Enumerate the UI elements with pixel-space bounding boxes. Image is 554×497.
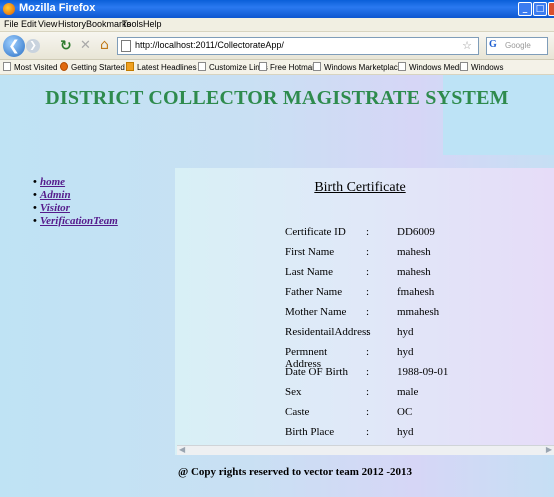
field-separator: : bbox=[366, 306, 370, 318]
menu-bar: File Edit View History Bookmarks Tools H… bbox=[0, 18, 554, 32]
close-button[interactable] bbox=[548, 2, 554, 16]
content-panel: Birth Certificate Certificate ID: DD6009 F… bbox=[175, 168, 554, 455]
reload-icon[interactable]: ↻ bbox=[60, 38, 72, 54]
page-icon bbox=[460, 62, 468, 71]
menu-view[interactable]: View bbox=[38, 19, 57, 29]
page-viewport: DISTRICT COLLECTOR MAGISTRATE SYSTEM hom… bbox=[0, 75, 554, 497]
home-icon[interactable]: ⌂ bbox=[100, 37, 109, 53]
page-icon bbox=[198, 62, 206, 71]
page-icon bbox=[313, 62, 321, 71]
field-label: Caste bbox=[285, 406, 310, 418]
bookmark-windows-media[interactable]: Windows Media bbox=[398, 62, 465, 72]
google-search-icon[interactable]: G bbox=[489, 39, 502, 53]
page-icon bbox=[121, 40, 131, 52]
firefox-logo-icon bbox=[3, 3, 15, 15]
footer-copyright: @ Copy rights reserved to vector team 20… bbox=[178, 466, 413, 478]
bookmark-label: Windows Media bbox=[409, 63, 466, 72]
field-value: hyd bbox=[397, 326, 414, 338]
window-title: Mozilla Firefox bbox=[19, 2, 96, 14]
field-separator: : bbox=[366, 326, 370, 338]
scroll-left-icon[interactable]: ◀ bbox=[179, 445, 185, 454]
bookmark-most-visited[interactable]: Most Visited bbox=[3, 62, 57, 72]
forward-arrow-icon[interactable]: ❯ bbox=[26, 39, 40, 53]
nav-link-visitor[interactable]: Visitor bbox=[40, 202, 70, 214]
maximize-button[interactable]: □ bbox=[533, 2, 547, 16]
nav-link-admin[interactable]: Admin bbox=[40, 189, 71, 201]
rss-icon bbox=[126, 62, 134, 71]
bookmark-label: Getting Started bbox=[71, 63, 125, 72]
bookmark-label: Windows bbox=[471, 63, 504, 72]
search-placeholder: Google bbox=[505, 41, 531, 50]
menu-tools[interactable]: Tools bbox=[122, 19, 143, 29]
field-separator: : bbox=[366, 266, 370, 278]
field-value: hyd bbox=[397, 346, 414, 358]
bookmark-label: Most Visited bbox=[14, 63, 58, 72]
bookmark-latest-headlines[interactable]: Latest Headlines bbox=[126, 62, 197, 72]
address-url[interactable]: http://localhost:2011/CollectorateApp/ bbox=[135, 40, 284, 50]
field-value: mahesh bbox=[397, 246, 431, 258]
bookmark-label: Latest Headlines bbox=[137, 63, 197, 72]
field-value: mmahesh bbox=[397, 306, 440, 318]
bookmark-free-hotmail[interactable]: Free Hotmail bbox=[259, 62, 316, 72]
nav-item-visitor: Visitor bbox=[33, 202, 118, 215]
page-icon bbox=[398, 62, 406, 71]
bookmark-windows-marketplace[interactable]: Windows Marketplace bbox=[313, 62, 402, 72]
field-label: Date OF Birth bbox=[285, 366, 348, 378]
field-separator: : bbox=[366, 406, 370, 418]
menu-edit[interactable]: Edit bbox=[21, 19, 37, 29]
certificate-heading: Birth Certificate bbox=[314, 180, 406, 195]
nav-item-home: home bbox=[33, 176, 118, 189]
field-separator: : bbox=[366, 426, 370, 438]
field-label: First Name bbox=[285, 246, 335, 258]
nav-link-verification-team[interactable]: VerificationTeam bbox=[40, 215, 118, 227]
field-separator: : bbox=[366, 346, 370, 358]
field-value: OC bbox=[397, 406, 413, 418]
search-box[interactable]: G Google bbox=[486, 37, 548, 55]
bookmark-icon bbox=[3, 62, 11, 71]
navigation-toolbar: ❮ ❯ ↻ ✕ ⌂ http://localhost:2011/Collecto… bbox=[0, 32, 554, 60]
site-nav: home Admin Visitor VerificationTeam bbox=[33, 176, 118, 228]
field-label: Birth Place bbox=[285, 426, 335, 438]
bookmarks-toolbar: Most Visited Getting Started Latest Head… bbox=[0, 60, 554, 75]
page-icon bbox=[259, 62, 267, 71]
field-label: Mother Name bbox=[285, 306, 347, 318]
address-bar[interactable]: http://localhost:2011/CollectorateApp/ ☆ bbox=[117, 37, 479, 55]
field-value: mahesh bbox=[397, 266, 431, 278]
field-value: DD6009 bbox=[397, 226, 435, 238]
bookmark-customize-links[interactable]: Customize Links bbox=[198, 62, 268, 72]
nav-item-verification-team: VerificationTeam bbox=[33, 215, 118, 228]
field-label: Sex bbox=[285, 386, 302, 398]
field-label: ResidentailAddress bbox=[285, 326, 371, 338]
menu-file[interactable]: File bbox=[4, 19, 19, 29]
back-arrow-icon[interactable]: ❮ bbox=[3, 35, 25, 57]
field-label: Last Name bbox=[285, 266, 333, 278]
bookmark-windows[interactable]: Windows bbox=[460, 62, 503, 72]
field-label: Father Name bbox=[285, 286, 343, 298]
bookmark-label: Windows Marketplace bbox=[324, 63, 403, 72]
bookmark-star-icon[interactable]: ☆ bbox=[462, 39, 472, 52]
field-separator: : bbox=[366, 366, 370, 378]
field-separator: : bbox=[366, 386, 370, 398]
menu-history[interactable]: History bbox=[58, 19, 86, 29]
menu-help[interactable]: Help bbox=[143, 19, 162, 29]
field-label: Certificate ID bbox=[285, 226, 346, 238]
horizontal-scrollbar[interactable]: ◀ ▶ bbox=[177, 445, 554, 455]
field-value: hyd bbox=[397, 426, 414, 438]
field-separator: : bbox=[366, 286, 370, 298]
field-separator: : bbox=[366, 246, 370, 258]
stop-icon[interactable]: ✕ bbox=[80, 38, 91, 53]
bookmark-label: Free Hotmail bbox=[270, 63, 316, 72]
field-value: fmahesh bbox=[397, 286, 435, 298]
site-title: DISTRICT COLLECTOR MAGISTRATE SYSTEM bbox=[45, 87, 509, 109]
window-title-bar: Mozilla Firefox _ □ bbox=[0, 0, 554, 18]
nav-item-admin: Admin bbox=[33, 189, 118, 202]
firefox-icon bbox=[60, 62, 68, 71]
minimize-button[interactable]: _ bbox=[518, 2, 532, 16]
scroll-right-icon[interactable]: ▶ bbox=[546, 445, 552, 454]
field-value: 1988-09-01 bbox=[397, 366, 449, 378]
bookmark-getting-started[interactable]: Getting Started bbox=[60, 62, 125, 72]
field-separator: : bbox=[366, 226, 370, 238]
field-value: male bbox=[397, 386, 419, 398]
nav-link-home[interactable]: home bbox=[40, 176, 65, 188]
